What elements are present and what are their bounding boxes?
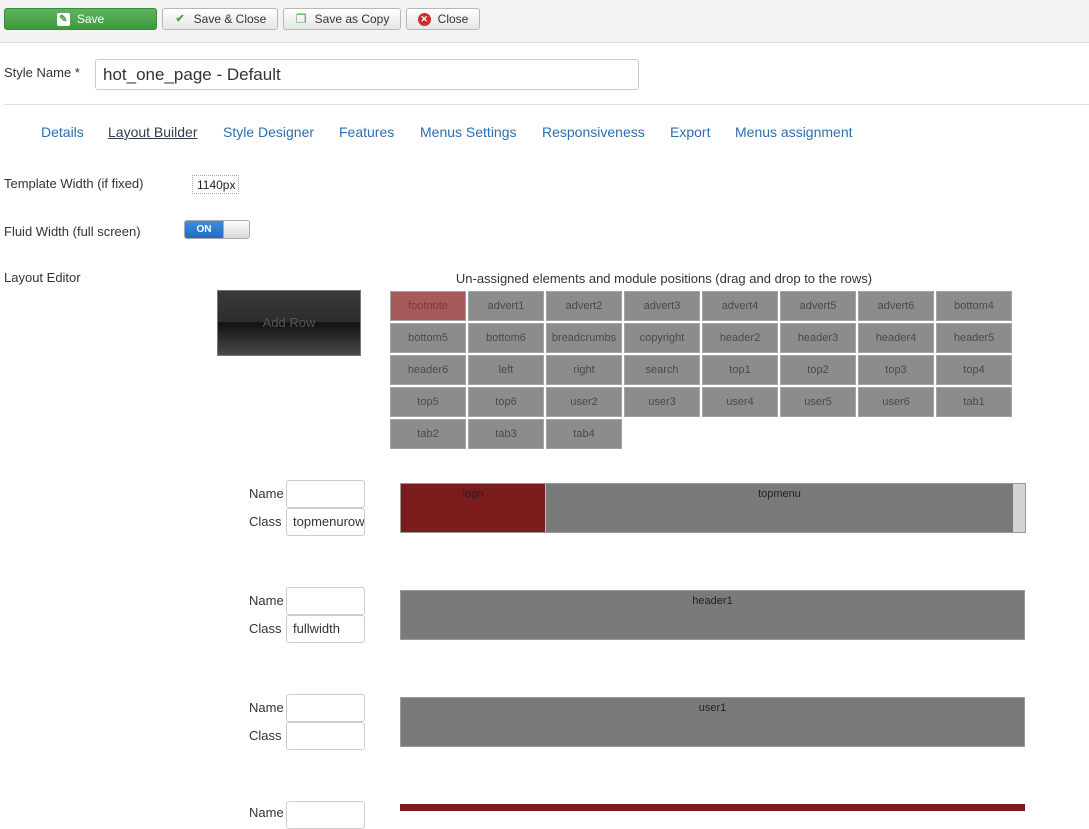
save-as-copy-button[interactable]: ❐ Save as Copy bbox=[283, 8, 401, 30]
module-position-top5[interactable]: top5 bbox=[390, 387, 466, 417]
template-width-input[interactable]: 1140px bbox=[192, 175, 239, 194]
row-block-topmenu[interactable]: topmenu bbox=[546, 484, 1013, 532]
layout-row[interactable]: logo topmenu bbox=[400, 483, 1026, 533]
layout-row[interactable]: header1 bbox=[400, 590, 1025, 640]
style-name-label: Style Name * bbox=[4, 65, 80, 80]
module-position-top2[interactable]: top2 bbox=[780, 355, 856, 385]
add-row-button[interactable]: Add Row bbox=[217, 290, 361, 356]
save-copy-label: Save as Copy bbox=[314, 12, 390, 26]
module-position-top3[interactable]: top3 bbox=[858, 355, 934, 385]
tab-details[interactable]: Details bbox=[41, 124, 84, 140]
row-class-label: Class bbox=[249, 621, 282, 636]
module-position-header5[interactable]: header5 bbox=[936, 323, 1012, 353]
toolbar: ✎ Save ✔ Save & Close ❐ Save as Copy ✕ C… bbox=[0, 0, 1089, 43]
row-name-label: Name bbox=[249, 593, 284, 608]
fluid-width-label: Fluid Width (full screen) bbox=[4, 224, 141, 239]
fluid-width-toggle[interactable]: ON bbox=[184, 220, 250, 239]
row-block-logo[interactable]: logo bbox=[401, 484, 546, 532]
module-position-tab3[interactable]: tab3 bbox=[468, 419, 544, 449]
tab-menus-assignment[interactable]: Menus assignment bbox=[735, 124, 853, 140]
module-position-user5[interactable]: user5 bbox=[780, 387, 856, 417]
module-position-user4[interactable]: user4 bbox=[702, 387, 778, 417]
tab-layout-builder[interactable]: Layout Builder bbox=[108, 124, 198, 140]
row-class-input[interactable]: topmenurow bbox=[286, 508, 365, 536]
module-position-footnote[interactable]: footnote bbox=[390, 291, 466, 321]
module-position-header2[interactable]: header2 bbox=[702, 323, 778, 353]
row-class-label: Class bbox=[249, 728, 282, 743]
module-position-advert2[interactable]: advert2 bbox=[546, 291, 622, 321]
template-width-label: Template Width (if fixed) bbox=[4, 176, 144, 191]
row-name-label: Name bbox=[249, 700, 284, 715]
tab-menus-settings[interactable]: Menus Settings bbox=[420, 124, 517, 140]
tab-features[interactable]: Features bbox=[339, 124, 394, 140]
module-position-top4[interactable]: top4 bbox=[936, 355, 1012, 385]
module-position-header3[interactable]: header3 bbox=[780, 323, 856, 353]
module-position-copyright[interactable]: copyright bbox=[624, 323, 700, 353]
close-icon: ✕ bbox=[417, 12, 431, 26]
row-block-header1[interactable]: header1 bbox=[401, 591, 1024, 639]
module-position-user2[interactable]: user2 bbox=[546, 387, 622, 417]
module-position-bottom5[interactable]: bottom5 bbox=[390, 323, 466, 353]
tab-responsiveness[interactable]: Responsiveness bbox=[542, 124, 645, 140]
module-position-bottom4[interactable]: bottom4 bbox=[936, 291, 1012, 321]
row-name-input[interactable] bbox=[286, 694, 365, 722]
divider bbox=[4, 104, 1089, 105]
save-label: Save bbox=[76, 12, 105, 26]
module-position-left[interactable]: left bbox=[468, 355, 544, 385]
module-position-breadcrumbs[interactable]: breadcrumbs bbox=[546, 323, 622, 353]
module-position-header4[interactable]: header4 bbox=[858, 323, 934, 353]
row-class-input[interactable]: fullwidth bbox=[286, 615, 365, 643]
toggle-on-label: ON bbox=[185, 221, 223, 238]
module-position-bottom6[interactable]: bottom6 bbox=[468, 323, 544, 353]
copy-icon: ❐ bbox=[295, 11, 307, 26]
module-position-right[interactable]: right bbox=[546, 355, 622, 385]
layout-editor-label: Layout Editor bbox=[4, 270, 81, 285]
module-position-header6[interactable]: header6 bbox=[390, 355, 466, 385]
module-position-tab1[interactable]: tab1 bbox=[936, 387, 1012, 417]
toggle-knob bbox=[223, 221, 249, 238]
module-position-advert6[interactable]: advert6 bbox=[858, 291, 934, 321]
save-close-label: Save & Close bbox=[193, 12, 267, 26]
module-position-user6[interactable]: user6 bbox=[858, 387, 934, 417]
check-icon: ✔ bbox=[175, 12, 185, 25]
module-position-tab2[interactable]: tab2 bbox=[390, 419, 466, 449]
row-name-label: Name bbox=[249, 486, 284, 501]
close-button[interactable]: ✕ Close bbox=[406, 8, 480, 30]
module-position-top1[interactable]: top1 bbox=[702, 355, 778, 385]
module-position-user3[interactable]: user3 bbox=[624, 387, 700, 417]
close-label: Close bbox=[437, 12, 469, 26]
module-position-advert4[interactable]: advert4 bbox=[702, 291, 778, 321]
row-name-label: Name bbox=[249, 805, 284, 820]
module-position-advert1[interactable]: advert1 bbox=[468, 291, 544, 321]
style-name-input[interactable]: hot_one_page - Default bbox=[95, 59, 639, 90]
module-position-advert3[interactable]: advert3 bbox=[624, 291, 700, 321]
module-position-advert5[interactable]: advert5 bbox=[780, 291, 856, 321]
save-close-button[interactable]: ✔ Save & Close bbox=[162, 8, 278, 30]
layout-row[interactable] bbox=[400, 804, 1025, 811]
row-name-input[interactable] bbox=[286, 801, 365, 829]
save-button[interactable]: ✎ Save bbox=[4, 8, 157, 30]
row-class-input[interactable] bbox=[286, 722, 365, 750]
module-position-top6[interactable]: top6 bbox=[468, 387, 544, 417]
row-class-label: Class bbox=[249, 514, 282, 529]
module-position-search[interactable]: search bbox=[624, 355, 700, 385]
save-icon: ✎ bbox=[56, 12, 70, 26]
tab-export[interactable]: Export bbox=[670, 124, 710, 140]
row-resize-handle[interactable] bbox=[1013, 484, 1025, 532]
layout-row[interactable]: user1 bbox=[400, 697, 1025, 747]
row-name-input[interactable] bbox=[286, 480, 365, 508]
module-position-tab4[interactable]: tab4 bbox=[546, 419, 622, 449]
unassigned-title: Un-assigned elements and module position… bbox=[455, 271, 873, 286]
row-name-input[interactable] bbox=[286, 587, 365, 615]
tab-style-designer[interactable]: Style Designer bbox=[223, 124, 314, 140]
row-block-user1[interactable]: user1 bbox=[401, 698, 1024, 746]
